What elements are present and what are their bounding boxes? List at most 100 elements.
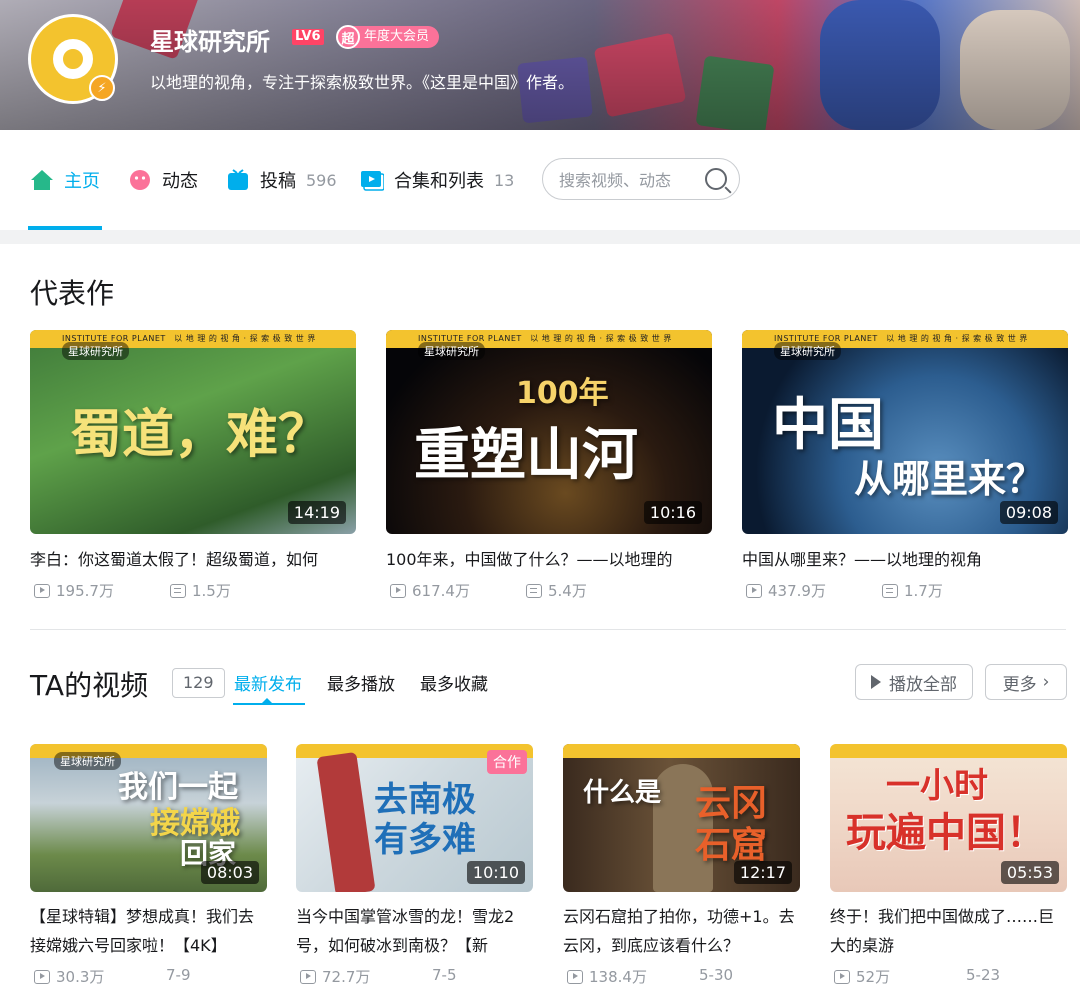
thumbnail-overlay-text: 100年 [516, 376, 609, 411]
video-duration: 10:10 [466, 861, 525, 884]
video-title[interactable]: 100年来，中国做了什么？——以地理的 [386, 546, 712, 570]
video-thumbnail[interactable]: 去南极 有多难 合作 10:10 [296, 744, 533, 892]
play-count: 52万 [834, 966, 890, 987]
video-thumbnail[interactable]: 星球研究所 我们一起 接嫦娥 回家 08:03 [30, 744, 267, 892]
video-duration: 09:08 [999, 501, 1058, 524]
tab-latest[interactable]: 最新发布 [234, 670, 302, 695]
danmaku-count: 1.5万 [170, 580, 231, 601]
play-all-label: 播放全部 [889, 674, 957, 695]
videos-section-title: TA的视频 [30, 669, 149, 702]
thumbnail-overlay-text: 有多难 [374, 820, 476, 860]
publish-date: 5-30 [699, 966, 734, 984]
thumbnail-overlay-text: 从哪里来？ [854, 457, 1045, 501]
danmaku-icon [526, 583, 542, 598]
user-name[interactable]: 星球研究所 [150, 22, 270, 57]
vip-label: 年度大会员 [348, 26, 440, 48]
verified-lightning-icon: ⚡ [89, 75, 115, 101]
play-count-icon [834, 969, 850, 984]
tab-posts-count: 596 [306, 170, 337, 190]
play-count-icon [567, 969, 583, 984]
video-thumbnail[interactable]: 什么是 云冈 石窟 12:17 [563, 744, 800, 892]
tab-active-caret [262, 698, 272, 703]
video-duration: 12:17 [733, 861, 792, 884]
danmaku-icon [882, 583, 898, 598]
search-input[interactable]: 搜索视频、动态 [542, 158, 740, 200]
video-title[interactable]: 中国从哪里来？——以地理的视角 [742, 546, 1068, 570]
thumbnail-brand: 星球研究所 [54, 752, 121, 770]
tab-dynamic[interactable]: 动态 [128, 166, 198, 194]
videos-count: 129 [172, 668, 225, 698]
tab-home[interactable]: 主页 [30, 166, 100, 194]
video-duration: 14:19 [287, 501, 346, 524]
more-label: 更多 [1002, 674, 1037, 695]
tab-posts[interactable]: 投稿 596 [226, 166, 337, 194]
collab-badge: 合作 [487, 750, 527, 774]
featured-section-title: 代表作 [30, 277, 115, 310]
icebreaker-ship-graphic [316, 751, 376, 892]
play-count-icon [390, 583, 406, 598]
tab-collections-count: 13 [494, 170, 515, 190]
thumbnail-overlay-text: 重塑山河 [414, 423, 638, 488]
play-count-icon [34, 583, 50, 598]
play-count: 30.3万 [34, 966, 104, 987]
video-thumbnail[interactable]: 一小时 玩遍中国！ 05:53 [830, 744, 1067, 892]
play-count: 138.4万 [567, 966, 647, 987]
play-count: 72.7万 [300, 966, 370, 987]
home-icon [31, 170, 53, 190]
play-count: 195.7万 [34, 580, 114, 601]
vip-mark: 超 [336, 25, 360, 49]
thumbnail-overlay-text: 玩遍中国！ [846, 810, 1046, 856]
danmaku-count: 5.4万 [526, 580, 587, 601]
vip-badge[interactable]: 超 年度大会员 [336, 25, 440, 49]
tv-icon [228, 169, 248, 190]
tab-dynamic-label: 动态 [162, 171, 198, 192]
publish-date: 5-23 [966, 966, 1001, 984]
more-button[interactable]: 更多 › [985, 664, 1067, 700]
profile-nav: 主页 动态 投稿 596 合集和列表 13 搜索视频、动态 [0, 130, 1080, 230]
video-title[interactable]: 【星球特辑】梦想成真！我们去接嫦娥六号回家啦！【4K】 [30, 902, 267, 960]
featured-video-thumbnail[interactable]: INSTITUTE FOR PLANET 以 地 理 的 视 角 · 探 索 极… [30, 330, 356, 534]
thumbnail-overlay-text: 蜀道，难？ [70, 405, 331, 465]
play-all-button[interactable]: 播放全部 [855, 664, 973, 700]
user-sign: 以地理的视角，专注于探索极致世界。《这里是中国》作者。 [150, 73, 575, 92]
publish-date: 7-5 [432, 966, 457, 984]
play-count-icon [300, 969, 316, 984]
thumbnail-overlay-text: 什么是 [583, 778, 662, 808]
chevron-right-icon: › [1042, 672, 1050, 692]
tab-home-label: 主页 [64, 171, 100, 192]
tab-collections[interactable]: 合集和列表 13 [360, 166, 514, 194]
search-icon[interactable] [705, 168, 727, 190]
play-count-icon [34, 969, 50, 984]
thumbnail-brand: 星球研究所 [774, 342, 841, 360]
featured-video-thumbnail[interactable]: INSTITUTE FOR PLANET 以 地 理 的 视 角 · 探 索 极… [742, 330, 1068, 534]
danmaku-count: 1.7万 [882, 580, 943, 601]
thumbnail-brand: 星球研究所 [62, 342, 129, 360]
level-badge: LV6 [292, 29, 324, 45]
video-duration: 10:16 [643, 501, 702, 524]
search-placeholder: 搜索视频、动态 [559, 171, 672, 190]
tab-active-indicator [233, 703, 305, 705]
avatar[interactable]: ⚡ [28, 14, 118, 104]
video-title[interactable]: 当今中国掌管冰雪的龙！雪龙2号，如何破冰到南极？【新 [296, 902, 533, 960]
play-count-icon [746, 583, 762, 598]
play-count: 617.4万 [390, 580, 470, 601]
danmaku-icon [170, 583, 186, 598]
thumbnail-brand: 星球研究所 [418, 342, 485, 360]
featured-video-thumbnail[interactable]: INSTITUTE FOR PLANET 以 地 理 的 视 角 · 探 索 极… [386, 330, 712, 534]
tab-posts-label: 投稿 [260, 171, 296, 192]
section-separator [0, 230, 1080, 244]
video-title[interactable]: 云冈石窟拍了拍你，功德+1。去云冈，到底应该看什么？ [563, 902, 800, 960]
video-duration: 08:03 [200, 861, 259, 884]
tab-most-played[interactable]: 最多播放 [327, 670, 395, 695]
video-duration: 05:53 [1000, 861, 1059, 884]
section-divider [30, 629, 1066, 630]
tab-most-favorited[interactable]: 最多收藏 [420, 670, 488, 695]
video-title[interactable]: 李白：你这蜀道太假了！超级蜀道，如何 [30, 546, 356, 570]
play-count: 437.9万 [746, 580, 826, 601]
play-icon [871, 675, 881, 689]
video-title[interactable]: 终于！我们把中国做成了……巨大的桌游 [830, 902, 1067, 960]
publish-date: 7-9 [166, 966, 191, 984]
playlist-icon [361, 171, 384, 191]
tab-collections-label: 合集和列表 [394, 171, 484, 192]
dynamic-icon [130, 170, 150, 190]
